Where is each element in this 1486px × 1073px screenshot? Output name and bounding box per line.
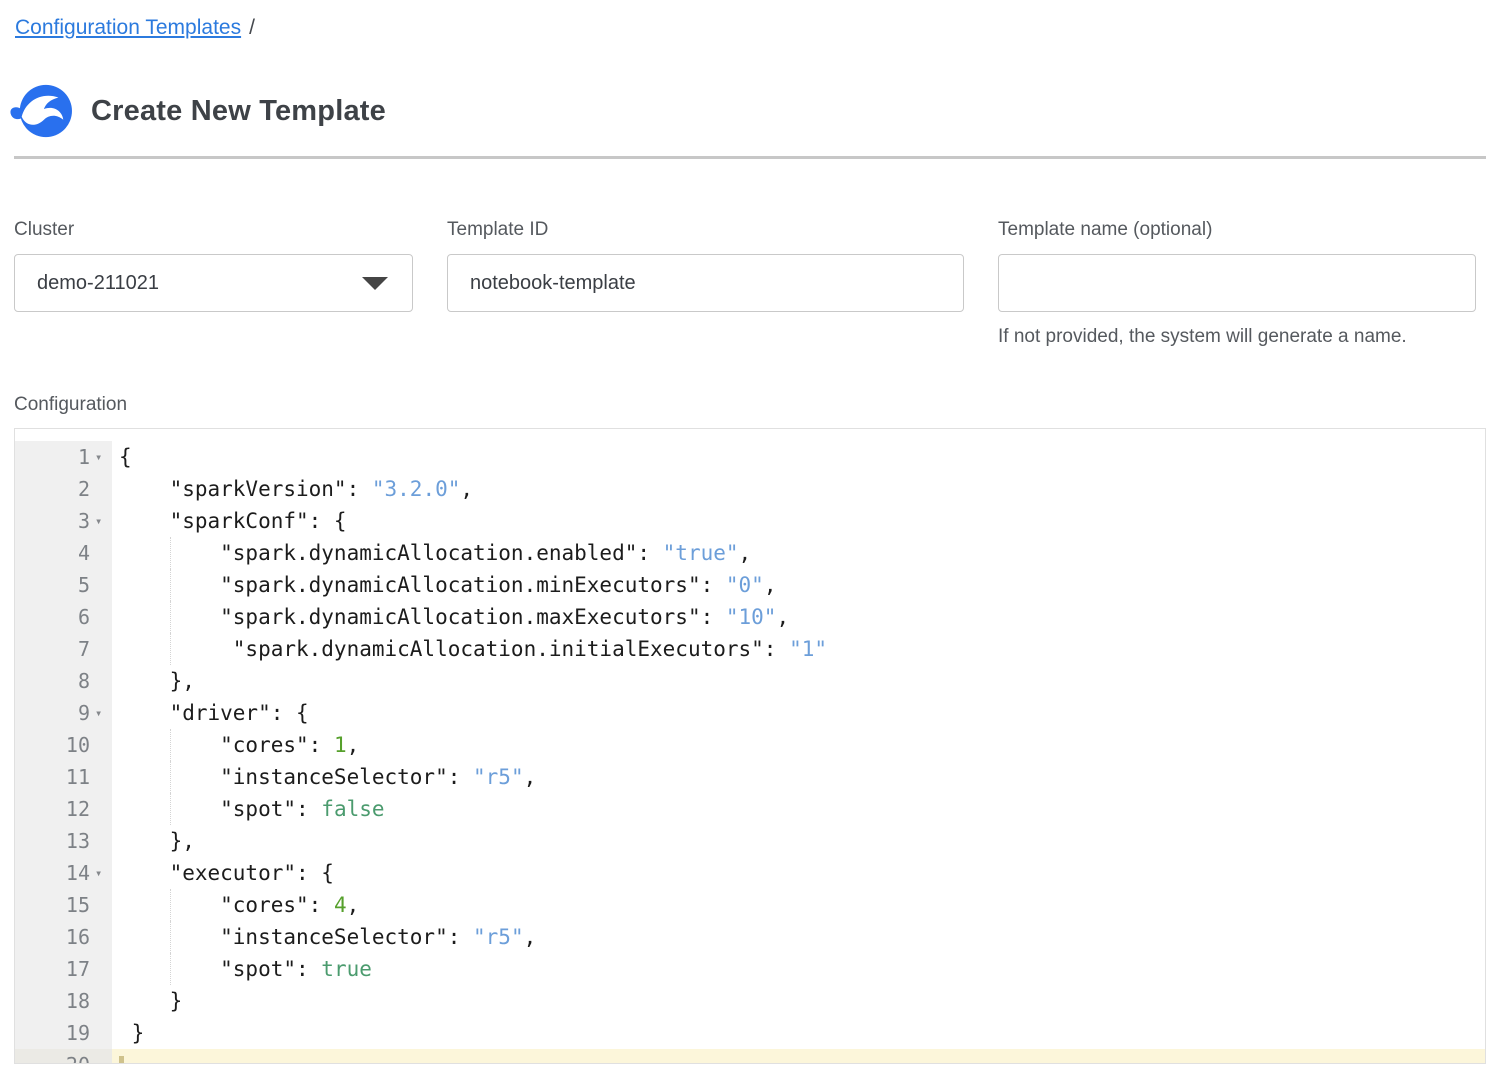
editor-line-13[interactable]: 13 }, [15, 825, 1485, 857]
editor-line-20[interactable]: 20 [15, 1049, 1485, 1064]
code-line-content[interactable]: "cores": 1, [112, 729, 1485, 761]
editor-line-1[interactable]: 1▾{ [15, 441, 1485, 473]
editor-line-12[interactable]: 12 "spot": false [15, 793, 1485, 825]
code-line-content[interactable]: "sparkConf": { [112, 505, 1485, 537]
gutter-line-number: 10 [15, 729, 112, 761]
cluster-label: Cluster [14, 219, 413, 241]
editor-line-11[interactable]: 11 "instanceSelector": "r5", [15, 761, 1485, 793]
gutter-line-number: 6 [15, 601, 112, 633]
gutter-line-number: 4 [15, 537, 112, 569]
fold-arrow-icon[interactable]: ▾ [93, 706, 112, 720]
editor-line-5[interactable]: 5 "spark.dynamicAllocation.minExecutors"… [15, 569, 1485, 601]
editor-line-10[interactable]: 10 "cores": 1, [15, 729, 1485, 761]
indent-guide [170, 601, 171, 633]
editor-line-16[interactable]: 16 "instanceSelector": "r5", [15, 921, 1485, 953]
gutter-line-number: 9▾ [15, 697, 112, 729]
template-name-label: Template name (optional) [998, 219, 1476, 241]
configuration-label: Configuration [14, 394, 1486, 416]
editor-line-6[interactable]: 6 "spark.dynamicAllocation.maxExecutors"… [15, 601, 1485, 633]
configuration-code-editor[interactable]: 1▾{2 "sparkVersion": "3.2.0",3▾ "sparkCo… [14, 428, 1486, 1064]
gutter-line-number: 17 [15, 953, 112, 985]
indent-guide [170, 537, 171, 569]
cluster-selected-value: demo-211021 [37, 272, 159, 295]
indent-guide [170, 793, 171, 825]
editor-line-4[interactable]: 4 "spark.dynamicAllocation.enabled": "tr… [15, 537, 1485, 569]
editor-line-3[interactable]: 3▾ "sparkConf": { [15, 505, 1485, 537]
template-id-input[interactable] [447, 254, 964, 312]
fold-arrow-icon[interactable]: ▾ [93, 450, 112, 464]
fold-arrow-icon[interactable]: ▾ [93, 514, 112, 528]
code-line-content[interactable]: }, [112, 665, 1485, 697]
indent-guide [170, 729, 171, 761]
code-line-content[interactable] [112, 1049, 1485, 1064]
page-header: Create New Template [10, 82, 1486, 140]
code-line-content[interactable]: "spark.dynamicAllocation.minExecutors": … [112, 569, 1485, 601]
code-line-content[interactable]: "sparkVersion": "3.2.0", [112, 473, 1485, 505]
gutter-line-number: 13 [15, 825, 112, 857]
editor-lines: 1▾{2 "sparkVersion": "3.2.0",3▾ "sparkCo… [15, 429, 1485, 1064]
gutter-line-number: 12 [15, 793, 112, 825]
gutter-line-number: 11 [15, 761, 112, 793]
gutter-line-number: 20 [15, 1049, 112, 1064]
gutter-line-number: 3▾ [15, 505, 112, 537]
editor-line-7[interactable]: 7 "spark.dynamicAllocation.initialExecut… [15, 633, 1485, 665]
editor-line-8[interactable]: 8 }, [15, 665, 1485, 697]
breadcrumb-link-configuration-templates[interactable]: Configuration Templates [15, 16, 241, 39]
code-line-content[interactable]: "instanceSelector": "r5", [112, 761, 1485, 793]
editor-line-9[interactable]: 9▾ "driver": { [15, 697, 1485, 729]
code-line-content[interactable]: } [112, 985, 1485, 1017]
breadcrumb: Configuration Templates / [0, 14, 1486, 42]
editor-line-2[interactable]: 2 "sparkVersion": "3.2.0", [15, 473, 1485, 505]
template-id-label: Template ID [447, 219, 964, 241]
code-line-content[interactable]: "instanceSelector": "r5", [112, 921, 1485, 953]
ocean-wave-logo-icon [10, 82, 74, 140]
page-title: Create New Template [91, 95, 386, 128]
gutter-line-number: 16 [15, 921, 112, 953]
code-line-content[interactable]: "spark.dynamicAllocation.enabled": "true… [112, 537, 1485, 569]
gutter-line-number: 14▾ [15, 857, 112, 889]
indent-guide [170, 569, 171, 601]
gutter-line-number: 15 [15, 889, 112, 921]
editor-line-14[interactable]: 14▾ "executor": { [15, 857, 1485, 889]
gutter-line-number: 18 [15, 985, 112, 1017]
gutter-line-number: 1▾ [15, 441, 112, 473]
gutter-line-number: 5 [15, 569, 112, 601]
code-line-content[interactable]: "spot": true [112, 953, 1485, 985]
code-line-content[interactable]: "executor": { [112, 857, 1485, 889]
indent-guide [170, 921, 171, 953]
indent-guide [170, 889, 171, 921]
code-line-content[interactable]: } [112, 1017, 1485, 1049]
indent-guide [170, 761, 171, 793]
fold-arrow-icon[interactable]: ▾ [93, 866, 112, 880]
code-line-content[interactable]: "driver": { [112, 697, 1485, 729]
editor-line-19[interactable]: 19 } [15, 1017, 1485, 1049]
gutter-line-number: 7 [15, 633, 112, 665]
header-divider [14, 156, 1486, 159]
cluster-field: Cluster demo-211021 [14, 219, 413, 348]
code-line-content[interactable]: "cores": 4, [112, 889, 1485, 921]
code-line-content[interactable]: }, [112, 825, 1485, 857]
gutter-line-number: 19 [15, 1017, 112, 1049]
editor-line-15[interactable]: 15 "cores": 4, [15, 889, 1485, 921]
gutter-line-number: 2 [15, 473, 112, 505]
breadcrumb-separator: / [249, 16, 255, 39]
gutter-line-number: 8 [15, 665, 112, 697]
template-id-field: Template ID [447, 219, 964, 348]
code-line-content[interactable]: { [112, 441, 1485, 473]
create-template-page: Configuration Templates / Create New Temp… [0, 0, 1486, 1064]
editor-line-18[interactable]: 18 } [15, 985, 1485, 1017]
code-line-content[interactable]: "spark.dynamicAllocation.initialExecutor… [112, 633, 1485, 665]
template-name-input[interactable] [998, 254, 1476, 312]
code-line-content[interactable]: "spot": false [112, 793, 1485, 825]
editor-line-17[interactable]: 17 "spot": true [15, 953, 1485, 985]
template-name-field: Template name (optional) If not provided… [998, 219, 1476, 348]
code-line-content[interactable]: "spark.dynamicAllocation.maxExecutors": … [112, 601, 1485, 633]
cluster-select[interactable]: demo-211021 [14, 254, 413, 312]
text-cursor [119, 1056, 124, 1065]
template-name-help-text: If not provided, the system will generat… [998, 326, 1476, 348]
chevron-down-icon [362, 277, 388, 290]
template-form: Cluster demo-211021 Template ID Template… [14, 219, 1486, 348]
indent-guide [170, 633, 171, 665]
indent-guide [170, 953, 171, 985]
